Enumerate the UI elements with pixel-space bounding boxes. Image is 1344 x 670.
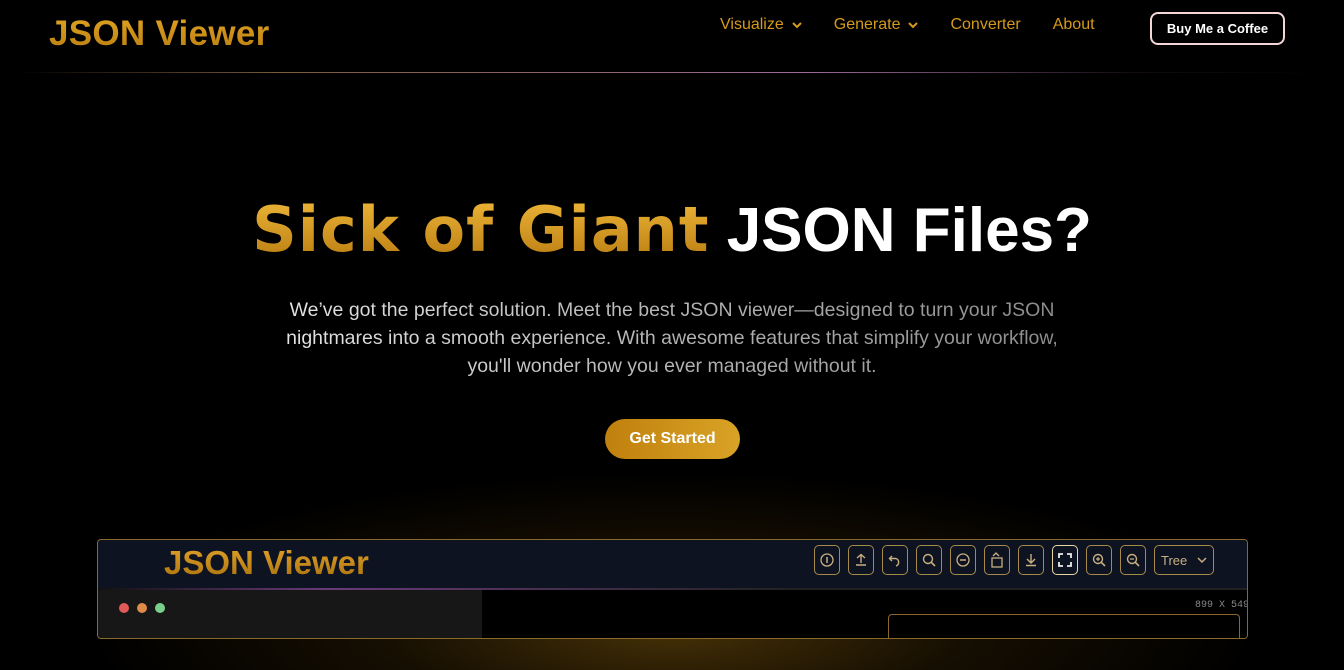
hero-title-highlight: Sick of Giant xyxy=(252,193,710,266)
app-preview: JSON Viewer Tree 899 X 549 xyxy=(97,539,1248,639)
preview-logo: JSON Viewer xyxy=(164,544,369,581)
preview-canvas-pane: 899 X 549 xyxy=(482,590,1248,638)
main-nav: Visualize Generate Converter About xyxy=(720,15,1127,35)
hero-title: Sick of Giant JSON Files? xyxy=(0,190,1344,271)
hero-subtitle: We’ve got the perfect solution. Meet the… xyxy=(272,296,1072,380)
zoom-out-icon[interactable] xyxy=(1120,545,1146,575)
nav-visualize[interactable]: Visualize xyxy=(720,15,802,35)
nav-about-label: About xyxy=(1052,16,1095,33)
window-maximize-dot xyxy=(155,603,165,613)
minus-circle-icon[interactable] xyxy=(950,545,976,575)
chevron-down-icon xyxy=(1197,556,1207,563)
site-header: JSON Viewer Visualize Generate Converter… xyxy=(0,0,1344,73)
fullscreen-icon[interactable] xyxy=(1052,545,1078,575)
view-mode-select[interactable]: Tree xyxy=(1154,545,1214,575)
preview-editor-pane xyxy=(98,590,482,638)
info-icon[interactable] xyxy=(814,545,840,575)
upload-icon[interactable] xyxy=(848,545,874,575)
nav-generate-label: Generate xyxy=(833,16,901,33)
nav-converter-label: Converter xyxy=(950,16,1021,33)
nav-converter[interactable]: Converter xyxy=(950,15,1020,35)
site-logo[interactable]: JSON Viewer xyxy=(49,14,270,54)
nav-visualize-label: Visualize xyxy=(720,16,784,33)
zoom-in-icon[interactable] xyxy=(1086,545,1112,575)
chevron-down-icon xyxy=(792,21,802,28)
nav-generate[interactable]: Generate xyxy=(834,15,919,35)
header-divider xyxy=(18,72,1328,73)
window-minimize-dot xyxy=(137,603,147,613)
preview-tools: Tree xyxy=(814,545,1214,575)
download-icon[interactable] xyxy=(1018,545,1044,575)
canvas-dimensions: 899 X 549 xyxy=(1194,600,1248,611)
buy-me-a-coffee-button[interactable]: Buy Me a Coffee xyxy=(1150,12,1285,45)
hero-title-rest: JSON Files? xyxy=(726,196,1092,265)
window-close-dot xyxy=(119,603,129,613)
preview-toolbar: JSON Viewer Tree xyxy=(98,540,1247,590)
search-icon[interactable] xyxy=(916,545,942,575)
get-started-button[interactable]: Get Started xyxy=(605,419,740,459)
undo-icon[interactable] xyxy=(882,545,908,575)
nav-about[interactable]: About xyxy=(1053,15,1095,35)
chevron-down-icon xyxy=(908,21,919,28)
rotate-icon[interactable] xyxy=(984,545,1010,575)
view-mode-value: Tree xyxy=(1161,552,1188,568)
